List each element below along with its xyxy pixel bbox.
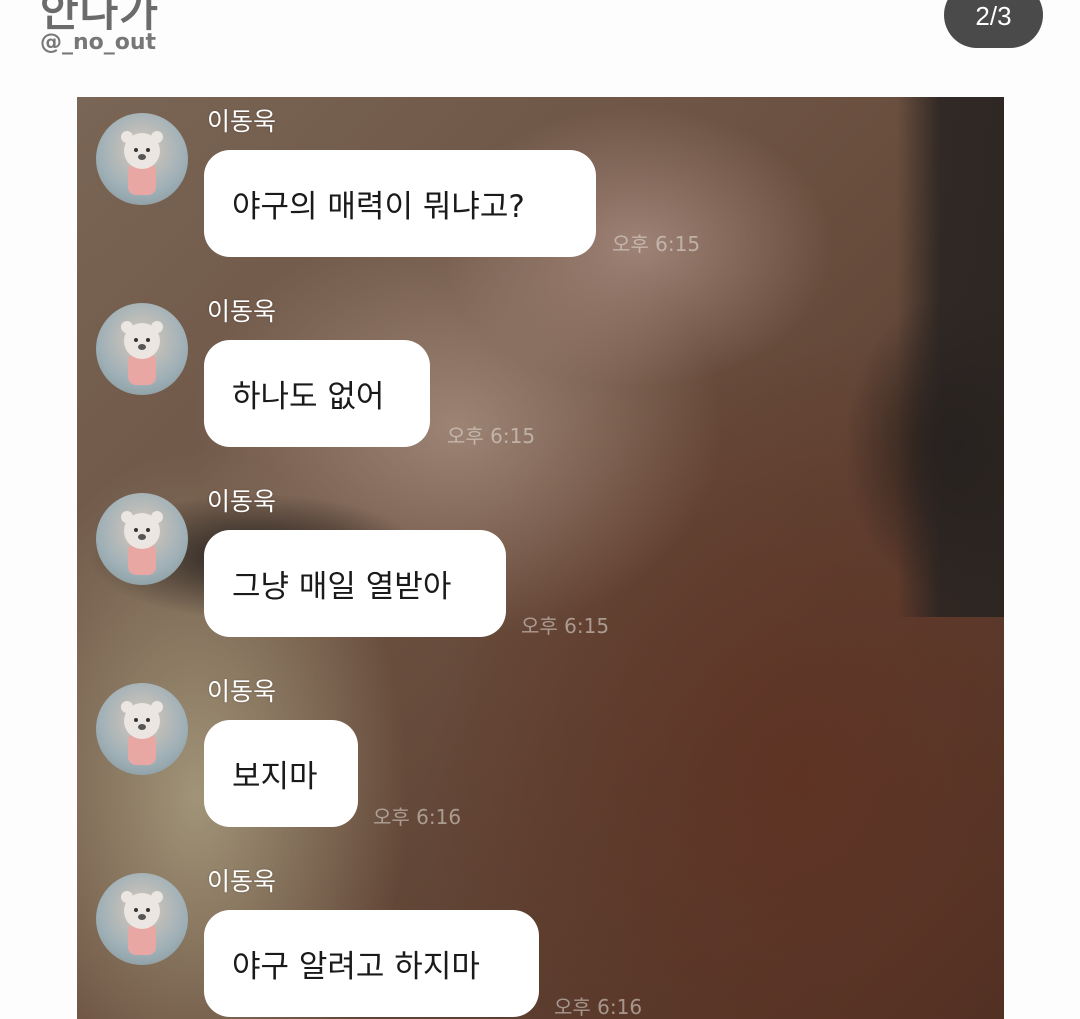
chat-screenshot-image: 이동욱 야구의 매력이 뭐냐고? 오후 6:15 이동욱 하나도 없어 오후 6… — [77, 97, 1004, 1019]
message-bubble: 그냥 매일 열받아 — [204, 530, 506, 637]
avatar — [96, 303, 188, 395]
background-cat-leg — [897, 97, 1004, 617]
bear-plush-icon — [121, 701, 163, 765]
bear-plush-icon — [121, 321, 163, 385]
sender-name: 이동욱 — [207, 487, 277, 516]
avatar — [96, 493, 188, 585]
page-counter: 2/3 — [944, 0, 1043, 48]
message-bubble: 보지마 — [204, 720, 358, 827]
post-page: 안나가 @_no_out 2/3 이동욱 야구의 매력이 뭐냐고? 오후 6:1… — [0, 0, 1080, 1019]
message-time: 오후 6:15 — [447, 424, 536, 448]
message-time: 오후 6:16 — [373, 805, 462, 829]
bear-plush-icon — [121, 511, 163, 575]
account-handle: @_no_out — [40, 30, 157, 55]
message-time: 오후 6:15 — [521, 614, 610, 638]
message-time: 오후 6:15 — [612, 232, 701, 256]
avatar — [96, 113, 188, 205]
message-bubble: 야구의 매력이 뭐냐고? — [204, 150, 596, 257]
message-bubble: 하나도 없어 — [204, 340, 430, 447]
message-time: 오후 6:16 — [554, 995, 643, 1019]
sender-name: 이동욱 — [207, 107, 277, 136]
bear-plush-icon — [121, 891, 163, 955]
message-bubble: 야구 알려고 하지마 — [204, 910, 539, 1017]
avatar — [96, 873, 188, 965]
sender-name: 이동욱 — [207, 867, 277, 896]
sender-name: 이동욱 — [207, 297, 277, 326]
bear-plush-icon — [121, 131, 163, 195]
avatar — [96, 683, 188, 775]
sender-name: 이동욱 — [207, 677, 277, 706]
